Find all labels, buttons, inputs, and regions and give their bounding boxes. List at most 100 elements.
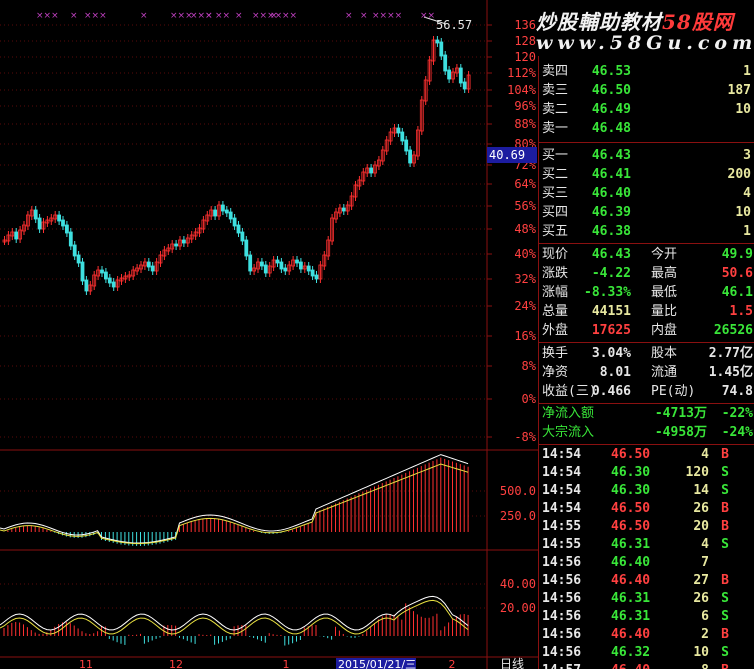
candle-body <box>447 69 452 80</box>
tick-time: 14:55 <box>542 519 582 534</box>
stats-row: 换手 3.04% 股本 2.77亿 <box>539 345 754 363</box>
candle-body <box>100 269 104 274</box>
candle-body <box>408 149 413 164</box>
ask-volume: 1 <box>743 64 751 79</box>
candle-body <box>248 254 253 272</box>
tick-price: 46.30 <box>611 483 651 498</box>
bid-row: 买三 46.40 4 <box>539 185 754 203</box>
signal-markers: ××× × ××× × ××××××× ×× × ××××× ×× × × ×××× ×× <box>36 11 435 21</box>
quote-value: -8.33% <box>584 285 631 300</box>
candle-body <box>104 271 108 280</box>
signal-marker: × <box>140 11 148 21</box>
candle-body <box>275 259 280 264</box>
bid-price: 46.40 <box>591 186 631 201</box>
tick-row: 14:56 46.32 10 S <box>539 644 754 662</box>
tick-volume: 26 <box>693 591 709 606</box>
ask-label: 卖一 <box>542 121 569 136</box>
candle-body <box>240 231 245 242</box>
price-axis-label: 104% <box>507 83 537 97</box>
price-axis-label: 128 <box>514 34 536 48</box>
bid-volume: 4 <box>743 186 751 201</box>
tick-direction: B <box>721 447 729 462</box>
candle-body <box>295 259 299 264</box>
price-axis-label: 0% <box>522 392 537 406</box>
signal-marker: ×× <box>420 11 435 21</box>
candle-body <box>228 211 233 220</box>
bid-label: 买五 <box>542 224 569 239</box>
candle-body <box>72 244 77 257</box>
bid-volume: 10 <box>735 205 751 220</box>
ask-price: 46.53 <box>591 64 631 79</box>
tick-row: 14:56 46.40 2 B <box>539 626 754 644</box>
candle-body <box>341 207 346 212</box>
bid-label: 买二 <box>542 167 569 182</box>
tick-direction: B <box>721 627 729 642</box>
price-axis-label: 112% <box>507 66 537 80</box>
watermark-title: 炒股輔助教材58股网 <box>536 10 734 34</box>
candle-body <box>14 231 19 240</box>
ask-price: 46.50 <box>591 83 631 98</box>
signal-marker: ×× <box>282 11 297 21</box>
tick-price: 46.40 <box>611 662 650 669</box>
tick-row: 14:56 46.40 7 <box>539 554 754 572</box>
price-axis-label: 88% <box>514 117 536 131</box>
candle-body <box>76 254 81 264</box>
stats-value: 1.45亿 <box>708 365 753 380</box>
quote-label: 最高 <box>651 266 678 281</box>
x-axis-label: 2015/01/21/三 <box>338 658 416 669</box>
candle-body <box>462 81 467 90</box>
tick-time: 14:57 <box>542 662 581 669</box>
signal-marker: × <box>270 11 278 21</box>
quote-panel: 卖四 46.53 1 卖三 46.50 187 卖二 46.49 10 卖一 46.48 买一 46.4… <box>538 56 754 669</box>
tick-time: 14:56 <box>542 591 582 606</box>
candle-body <box>404 139 409 152</box>
candle-body <box>150 265 155 272</box>
tick-time: 14:56 <box>542 645 582 660</box>
macd-histogram <box>0 454 469 546</box>
candle-body <box>80 261 85 282</box>
tick-row: 14:54 46.30 14 S <box>539 482 754 500</box>
tick-row: 14:55 46.31 4 S <box>539 536 754 554</box>
tick-direction: S <box>721 537 729 552</box>
quote-value: 1.5 <box>729 304 753 319</box>
tick-direction: S <box>721 483 729 498</box>
candle-body <box>61 219 65 227</box>
candle-body <box>68 231 73 247</box>
bid-row: 买二 46.41 200 <box>539 166 754 184</box>
candle-body <box>220 204 225 212</box>
candle-body <box>37 217 42 230</box>
tick-time: 14:56 <box>542 609 582 624</box>
tick-time: 14:54 <box>542 483 582 498</box>
candle-body <box>244 239 249 257</box>
quote-row: 总量 44151 量比 1.5 <box>539 303 754 321</box>
tick-volume: 27 <box>693 573 709 588</box>
price-axis-label: 40% <box>514 247 536 261</box>
price-axis-label: 120 <box>514 50 536 64</box>
candle-body <box>458 67 463 84</box>
signal-marker: × <box>345 11 353 21</box>
tick-time: 14:54 <box>542 501 582 516</box>
candle-body <box>439 41 444 57</box>
quote-label: 现价 <box>542 247 569 262</box>
tick-price: 46.31 <box>611 591 651 606</box>
x-axis-label: 1 <box>283 658 290 669</box>
signal-marker: ×× <box>215 11 230 21</box>
ask-row: 卖二 46.49 10 <box>539 101 754 119</box>
tick-direction: B <box>721 662 729 669</box>
tick-direction: S <box>721 465 729 480</box>
stats-value: 3.04% <box>591 346 631 361</box>
quote-row: 涨跌 -4.22 最高 50.6 <box>539 265 754 283</box>
candlestick-series: 56.57 <box>2 16 472 295</box>
tick-time: 14:56 <box>542 555 582 570</box>
tick-direction: S <box>721 591 729 606</box>
ask-label: 卖四 <box>542 64 569 79</box>
quote-label: 外盘 <box>542 323 569 338</box>
candle-body <box>181 239 186 244</box>
tick-direction: B <box>721 519 729 534</box>
stats-label: 净资 <box>542 365 569 380</box>
stats-value: 8.01 <box>599 365 631 380</box>
tick-volume: 26 <box>693 501 709 516</box>
quote-value: -4.22 <box>591 266 631 281</box>
flow-value: -4958万 <box>654 425 707 440</box>
ticks-divider <box>539 444 754 445</box>
